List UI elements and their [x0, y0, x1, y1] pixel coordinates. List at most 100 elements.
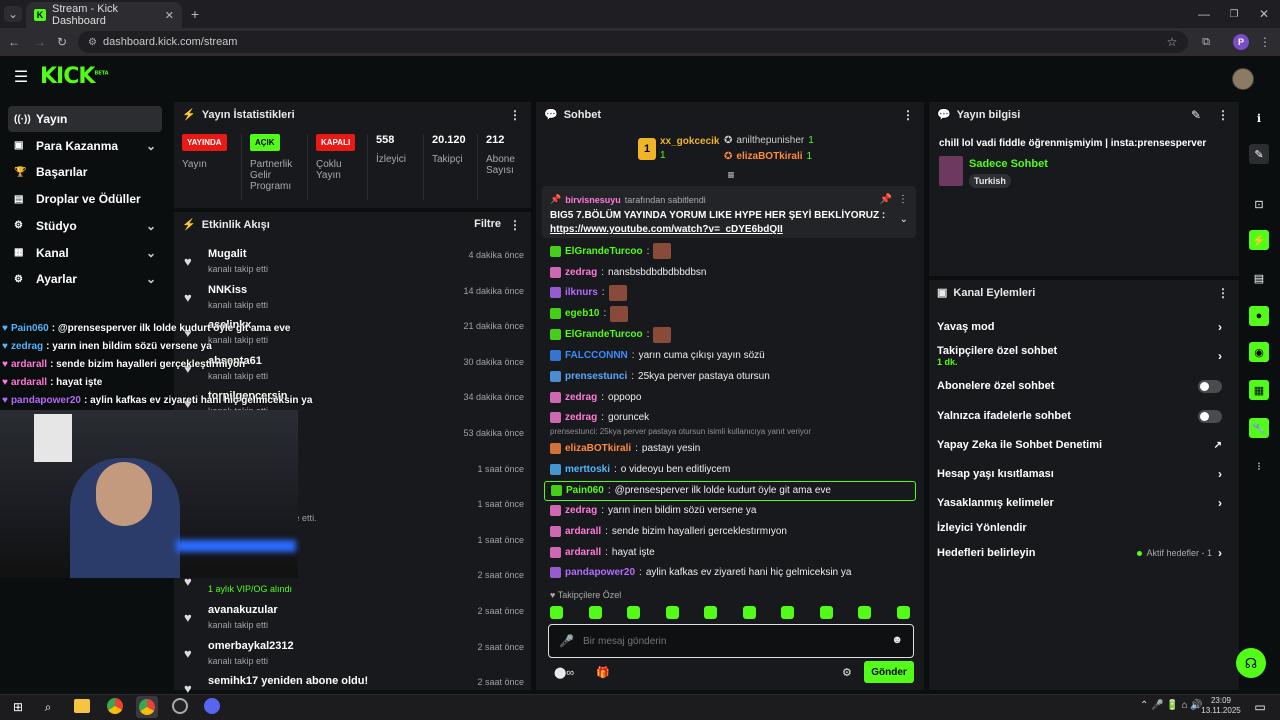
pinned-menu-icon[interactable]: ⋮ — [898, 194, 908, 205]
chat-message[interactable]: egeb10: — [550, 305, 632, 323]
stats-menu-icon[interactable]: ⋮ — [509, 108, 521, 122]
action-row[interactable]: Yasaklanmış kelimeler › — [937, 492, 1222, 514]
top-gifter-name[interactable]: xx_gokcecik — [660, 136, 720, 147]
gift-icon[interactable]: 🎁 — [596, 666, 610, 679]
bookmark-star-icon[interactable]: ☆ — [1164, 34, 1180, 50]
chat-message[interactable]: ElGrandeTurcoo: — [550, 242, 675, 260]
obs-icon[interactable] — [172, 698, 188, 714]
event-row[interactable]: ♥ omerbaykal2312 kanalı takip etti 2 saat ö… — [184, 640, 524, 672]
chat-username[interactable]: zedrag — [565, 392, 597, 403]
sidebar-item-4[interactable]: ⚙ Stüdyo ⌄ — [8, 213, 162, 239]
chat-message[interactable]: Pain060: @prensesperver ilk lolde kudurt … — [544, 480, 916, 501]
url-bar[interactable]: ⚙ dashboard.kick.com/stream — [78, 31, 1188, 53]
user-avatar[interactable] — [1232, 68, 1254, 90]
tab-close-icon[interactable]: ✕ — [165, 9, 174, 22]
edit-pencil-icon[interactable]: ✎ — [1191, 108, 1201, 122]
collapse-icon[interactable]: ≡ — [724, 168, 738, 182]
action-row[interactable]: Abonelere özel sohbet — [937, 375, 1222, 397]
emote-icon[interactable] — [819, 606, 833, 619]
actions-menu-icon[interactable]: ⋮ — [1217, 286, 1229, 300]
restore-icon[interactable]: ❐ — [1226, 6, 1242, 22]
sidebar-item-1[interactable]: ▣ Para Kazanma ⌄ — [8, 133, 162, 159]
toggle-switch[interactable] — [1198, 379, 1222, 393]
chat-message[interactable]: pandapower20: aylin kafkas ev ziyareti ha… — [550, 564, 851, 582]
chat-message[interactable]: ardarall: hayat işte — [550, 543, 655, 561]
chat-menu-icon[interactable]: ⋮ — [902, 108, 914, 122]
chat-input-box[interactable]: 🎤 ☻ — [548, 624, 914, 658]
support-chat-icon[interactable]: ☊ — [1236, 648, 1266, 678]
extensions-icon[interactable]: ⧉ — [1198, 34, 1214, 50]
pinned-link[interactable]: https://www.youtube.com/watch?v=_cDYE6bd… — [550, 224, 783, 235]
wrench-icon[interactable]: 🔧 — [1249, 418, 1269, 438]
new-tab-icon[interactable]: + — [188, 6, 202, 22]
gifter-3[interactable]: ✪ elizaBOTkirali 1 — [724, 151, 812, 162]
sidebar-item-3[interactable]: ▤ Droplar ve Ödüller — [8, 186, 162, 212]
active-chrome-tile[interactable] — [136, 696, 158, 718]
info-circle-icon[interactable]: ℹ — [1249, 108, 1269, 128]
emote-icon[interactable] — [858, 606, 872, 619]
tray-icons[interactable]: ⌃ 🎤 🔋 ⌂ 🔊 — [1140, 700, 1203, 711]
toggle-switch[interactable] — [1198, 409, 1222, 423]
chat-username[interactable]: FALCCONNN — [565, 350, 628, 361]
language-tag[interactable]: Turkish — [969, 174, 1011, 188]
chat-message[interactable]: merttoski: o videoyu ben editliycem — [550, 460, 730, 478]
search-icon[interactable]: ⌕ — [40, 699, 56, 715]
chat-message[interactable]: ardarall: sende bizim hayalleri gercekles… — [550, 522, 787, 540]
chat-username[interactable]: merttoski — [565, 464, 610, 475]
tab-list-icon[interactable]: ⌄ — [4, 6, 22, 22]
emote-icon[interactable] — [665, 606, 679, 619]
emote-icon[interactable] — [742, 606, 756, 619]
browser-menu-icon[interactable]: ⋮ — [1258, 34, 1272, 50]
sidebar-item-5[interactable]: ▦ Kanal ⌄ — [8, 240, 162, 266]
chat-username[interactable]: ElGrandeTurcoo — [565, 246, 643, 257]
chat-username[interactable]: ardarall — [565, 526, 601, 537]
window-close-icon[interactable]: ✕ — [1256, 6, 1272, 22]
action-row[interactable]: Hedefleri belirleyin Aktif hedefler - 1 › — [937, 542, 1222, 564]
more-dots-icon[interactable]: ⁝ — [1249, 456, 1269, 476]
emote-icon[interactable] — [550, 606, 563, 619]
chat-username[interactable]: elizaBOTkirali — [565, 443, 631, 454]
chat-bubble-icon[interactable]: ● — [1249, 306, 1269, 326]
action-row[interactable]: Yavaş mod › — [937, 316, 1222, 338]
unpin-icon[interactable]: 📌 — [880, 194, 892, 205]
chat-message[interactable]: ElGrandeTurcoo: — [550, 326, 675, 344]
sidebar-item-2[interactable]: 🏆 Başarılar — [8, 159, 162, 185]
discord-icon[interactable] — [204, 698, 220, 714]
forward-icon[interactable]: → — [32, 34, 48, 50]
emote-icon[interactable] — [896, 606, 910, 619]
note-icon[interactable]: ▤ — [1249, 268, 1269, 288]
chrome-icon[interactable] — [107, 698, 123, 714]
action-row[interactable]: Hesap yaşı kısıtlaması › — [937, 463, 1222, 485]
event-row[interactable]: ♥ NNKiss kanalı takip etti 14 dakika önce — [184, 284, 524, 316]
kick-logo[interactable]: KICKBETA — [40, 64, 109, 89]
emote-icon[interactable] — [627, 606, 641, 619]
hamburger-menu-icon[interactable]: ☰ — [12, 68, 30, 86]
notifications-icon[interactable]: ▭ — [1252, 699, 1268, 715]
chat-message[interactable]: zedrag: nansbsbdbdbdbbdbsn — [550, 263, 706, 281]
chat-message[interactable]: zedrag: goruncek — [550, 409, 649, 427]
chat-username[interactable]: prensestunci — [565, 371, 627, 382]
windows-start-icon[interactable]: ⊞ — [10, 699, 26, 715]
sidebar-item-6[interactable]: ⚙ Ayarlar ⌄ — [8, 266, 162, 292]
emoji-picker-icon[interactable]: ☻ — [891, 634, 903, 646]
emote-icon[interactable] — [588, 606, 602, 619]
pinned-expand-icon[interactable]: ⌄ — [900, 214, 908, 225]
chat-message[interactable]: ilknurs: — [550, 284, 631, 302]
filter-button[interactable]: Filtre — [474, 218, 501, 230]
site-info-icon[interactable]: ⚙ — [88, 37, 97, 48]
minimize-icon[interactable]: — — [1196, 6, 1212, 22]
chat-extras-icon[interactable]: ⬤∞ — [554, 666, 574, 679]
chat-message-input[interactable] — [583, 631, 883, 651]
action-row[interactable]: Takipçilere özel sohbet 1 dk. › — [937, 345, 1222, 367]
send-button[interactable]: Gönder — [864, 661, 914, 683]
flash-icon[interactable]: ⚡ — [1249, 230, 1269, 250]
event-row[interactable]: ♥ avanakuzular kanalı takip etti 2 saat önc… — [184, 604, 524, 636]
chat-username[interactable]: zedrag — [565, 505, 597, 516]
chat-username[interactable]: ElGrandeTurcoo — [565, 329, 643, 340]
chat-username[interactable]: ilknurs — [565, 287, 598, 298]
focus-icon[interactable]: ⊡ — [1249, 194, 1269, 214]
file-explorer-icon[interactable] — [74, 699, 90, 713]
gifter-2[interactable]: ✪ anilthepunisher 1 — [724, 135, 814, 146]
profile-avatar[interactable]: P — [1233, 34, 1249, 50]
chat-username[interactable]: zedrag — [565, 412, 597, 423]
